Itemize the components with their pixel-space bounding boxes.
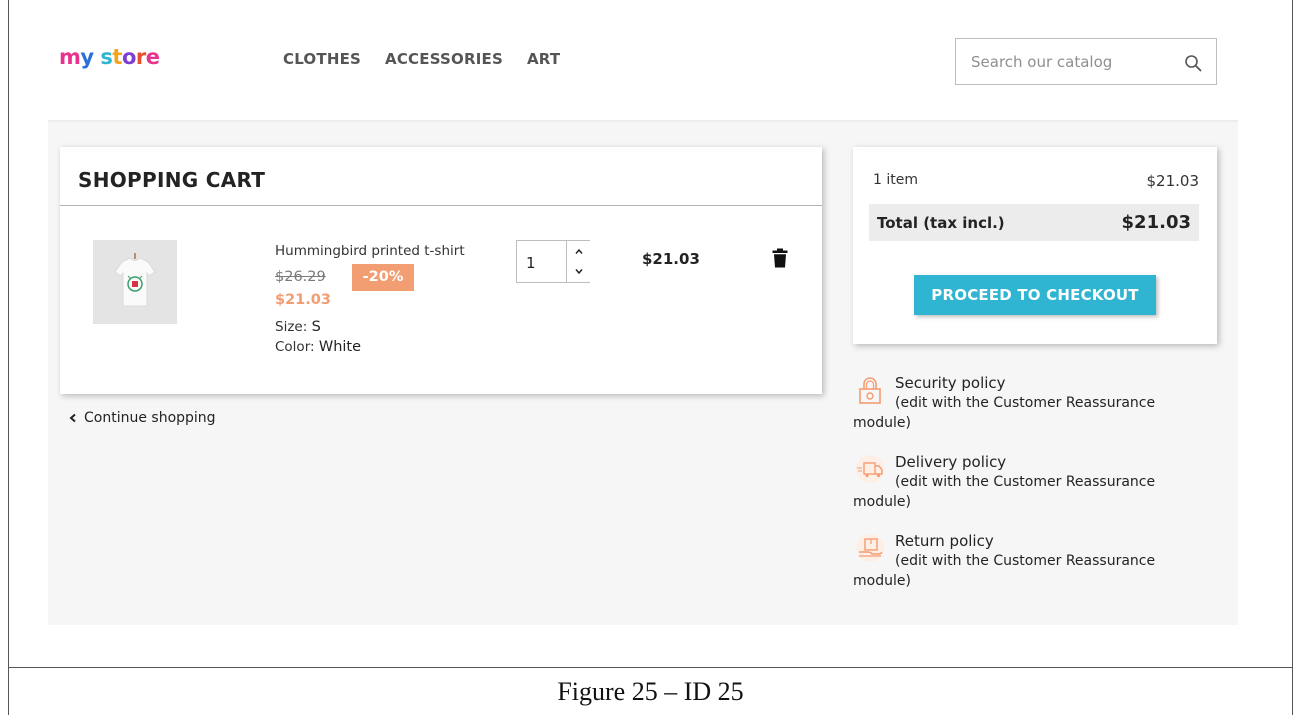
delivery-policy-desc: (edit with the Customer Reassurance modu… — [853, 474, 1156, 510]
logo-letter: e — [145, 45, 160, 69]
size-value: S — [311, 319, 321, 335]
logo-letter: s — [100, 45, 113, 69]
color-label: Color: — [275, 339, 315, 355]
quantity-decrease-button[interactable] — [566, 261, 590, 282]
search-box — [955, 38, 1217, 85]
cart-divider — [60, 205, 822, 206]
quantity-input[interactable] — [517, 241, 566, 282]
search-icon[interactable] — [1184, 54, 1202, 72]
store-logo[interactable]: my store — [59, 45, 160, 69]
figure-caption: Figure 25 – ID 25 — [557, 677, 744, 706]
return-policy-desc: (edit with the Customer Reassurance modu… — [853, 553, 1156, 589]
discounted-price: $21.03 — [275, 292, 331, 308]
logo-letter: o — [121, 45, 136, 69]
items-count-label: 1 item — [873, 172, 918, 188]
cart-summary: 1 item $21.03 Total (tax incl.) $21.03 P… — [853, 147, 1217, 344]
items-subtotal-value: $21.03 — [1146, 172, 1200, 190]
quantity-stepper — [516, 240, 590, 283]
size-label: Size: — [275, 319, 308, 335]
nav-accessories[interactable]: ACCESSORIES — [385, 50, 503, 68]
return-policy-title: Return policy — [895, 532, 994, 550]
product-thumbnail[interactable] — [93, 240, 177, 324]
cart-title: SHOPPING CART — [78, 168, 266, 192]
reassurance-delivery: Delivery policy (edit with the Customer … — [853, 452, 1193, 512]
security-policy-desc: (edit with the Customer Reassurance modu… — [853, 395, 1156, 431]
chevron-down-icon — [574, 269, 583, 275]
color-value: White — [318, 339, 362, 355]
line-total-price: $21.03 — [642, 250, 700, 268]
summary-items-row: 1 item $21.03 — [873, 172, 1199, 190]
quantity-increase-button[interactable] — [566, 241, 590, 262]
cart-panel: SHOPPING CART Hummingbird printed t-shir… — [60, 147, 822, 394]
lock-icon — [859, 377, 881, 404]
discount-badge: -20% — [352, 264, 414, 291]
chevron-left-icon — [69, 413, 76, 423]
return-box-icon — [856, 534, 884, 562]
logo-letter: r — [135, 45, 146, 69]
continue-shopping-label: Continue shopping — [84, 410, 216, 426]
total-label: Total (tax incl.) — [877, 213, 1005, 232]
nav-art[interactable]: ART — [527, 50, 560, 68]
tshirt-image-icon — [93, 240, 177, 324]
nav-clothes[interactable]: CLOTHES — [283, 50, 361, 68]
product-name-link[interactable]: Hummingbird printed t-shirt — [275, 243, 465, 259]
chevron-up-icon — [574, 248, 583, 254]
trash-icon[interactable] — [772, 248, 788, 268]
logo-letter — [94, 45, 101, 69]
logo-letter: t — [112, 45, 122, 69]
truck-icon — [856, 455, 884, 483]
search-input[interactable] — [956, 52, 1171, 71]
size-attribute: Size: S — [275, 319, 321, 335]
reassurance-security: Security policy (edit with the Customer … — [853, 373, 1193, 433]
summary-total-row: Total (tax incl.) $21.03 — [869, 204, 1199, 241]
figure-caption-area: Figure 25 – ID 25 — [8, 668, 1293, 715]
security-policy-title: Security policy — [895, 374, 1006, 392]
main-nav: CLOTHES ACCESSORIES ART — [283, 50, 560, 68]
continue-shopping-link[interactable]: Continue shopping — [68, 410, 216, 426]
reassurance-return: Return policy (edit with the Customer Re… — [853, 531, 1193, 591]
logo-letter: y — [80, 45, 94, 69]
total-value: $21.03 — [1121, 212, 1191, 233]
regular-price: $26.29 — [275, 269, 326, 285]
color-attribute: Color: White — [275, 339, 361, 355]
delivery-policy-title: Delivery policy — [895, 453, 1007, 471]
proceed-to-checkout-button[interactable]: PROCEED TO CHECKOUT — [914, 275, 1156, 315]
logo-letter: m — [59, 45, 81, 69]
